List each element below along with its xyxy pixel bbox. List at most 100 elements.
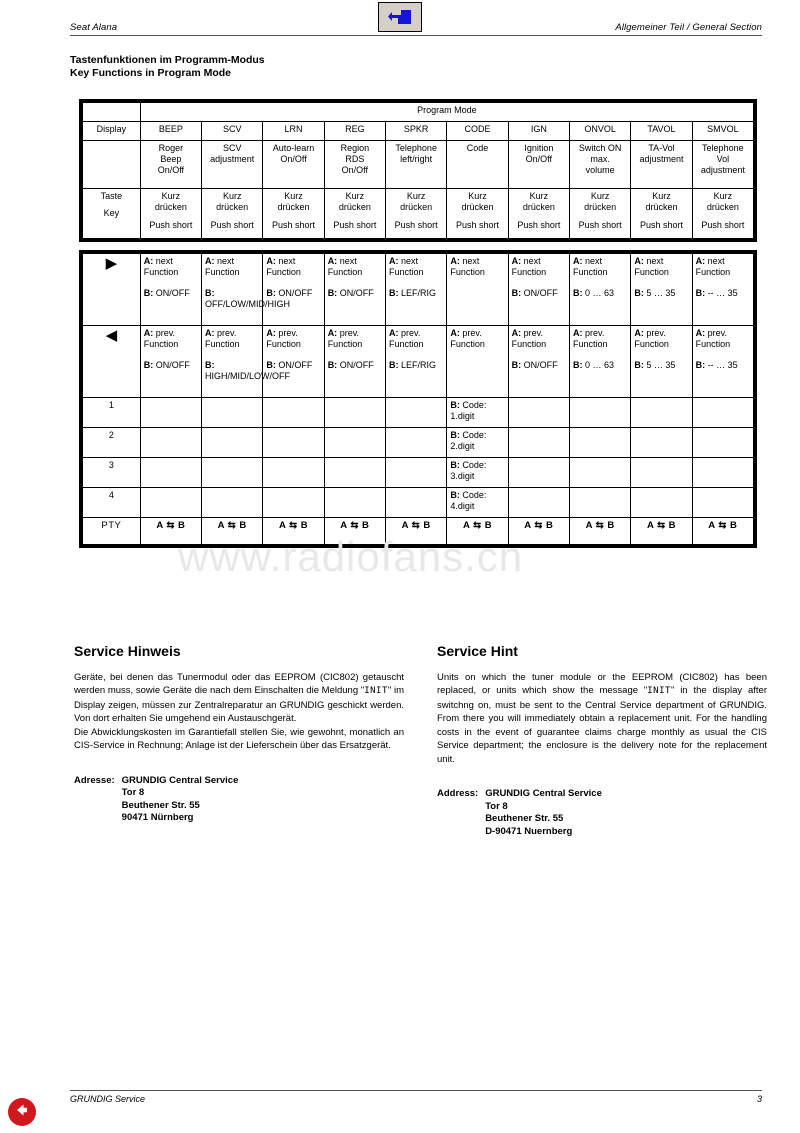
cell-onvol: A: next Function B: 0 … 63 <box>568 253 632 326</box>
cell-action-a: A: next Function <box>573 256 608 277</box>
cell-action-a: A: prev. Function <box>450 328 485 349</box>
key-action-en: Push short <box>578 220 622 230</box>
code-digit-value: B: Code: 1.digit <box>450 400 487 421</box>
table-row: ◀ A: prev. Function B: ON/OFF A: prev. Func… <box>82 325 755 398</box>
arrow-right-icon: ▶ <box>82 253 141 326</box>
row-label-3: 3 <box>82 457 141 488</box>
cell-reg <box>323 427 387 458</box>
function-smvol: Telephone Vol adjustment <box>691 140 755 189</box>
key-action-de: Kurz drücken <box>522 191 555 212</box>
section-title-de: Tastenfunktionen im Programm-Modus <box>70 54 265 66</box>
cell-action-a: A: prev. Function <box>327 328 363 349</box>
cell-reg <box>323 397 387 428</box>
address-label-en: Address: <box>437 788 479 799</box>
col-head-ign: IGN <box>507 121 571 141</box>
function-ign: Ignition On/Off <box>507 140 571 189</box>
function-lrn: Auto-learn On/Off <box>262 140 325 189</box>
cell-spkr <box>385 397 448 428</box>
table-row: Display BEEP SCV LRN REG SPKR CODE IGN O… <box>82 121 755 141</box>
cell-lrn <box>262 397 325 428</box>
cell-reg: A: next Function B: ON/OFF <box>323 253 387 326</box>
cell-lrn: A: next Function B: ON/OFF <box>262 253 325 326</box>
service-body-de-1: Geräte, bei denen das Tunermodul oder da… <box>74 671 404 725</box>
key-action-en: Push short <box>333 220 377 230</box>
cell-action-a: A: prev. Function <box>634 328 669 349</box>
key-action-code: Kurz drücken Push short <box>446 188 509 239</box>
key-label-en: Key <box>103 208 120 218</box>
cell-action-a: A: prev. Function <box>511 328 547 349</box>
table-row: 1 B: Code: 1.digit <box>82 397 755 428</box>
code-digit-value: B: Code: 4.digit <box>450 490 487 511</box>
cell-code: B: Code: 2.digit <box>446 427 509 458</box>
cell-scv <box>201 487 264 518</box>
table-row: ▶ A: next Function B: ON/OFF A: next Functi… <box>82 253 755 326</box>
section-title-en: Key Functions in Program Mode <box>70 67 232 79</box>
cell-action-b: B: HIGH/MID/LOW/OFF <box>205 360 291 381</box>
key-action-en: Push short <box>272 220 316 230</box>
cell-action-b: B: LEF/RIG <box>389 360 437 370</box>
cell-action-b: B: ON/OFF <box>143 288 190 298</box>
cell-ign: A: next Function B: ON/OFF <box>507 253 571 326</box>
cell-action-b: B: 0 … 63 <box>573 288 615 298</box>
service-body-en: Units on which the tuner module or the E… <box>437 671 767 765</box>
cell-action-a: A: next Function <box>511 256 547 277</box>
key-action-de: Kurz drücken <box>461 191 494 212</box>
table-row: 3 B: Code: 3.digit <box>82 457 755 488</box>
cell-action-b: B: -- … 35 <box>695 288 738 298</box>
cell-onvol <box>568 427 632 458</box>
function-tavol: TA-Vol adjustment <box>630 140 693 189</box>
arrow-left-icon: ◀ <box>82 325 141 398</box>
code-digit-value: B: Code: 2.digit <box>450 430 487 451</box>
service-heading-de: Service Hinweis <box>74 643 181 659</box>
cell-spkr <box>385 487 448 518</box>
cell-lrn: A: prev. Function B: ON/OFF <box>262 325 325 398</box>
program-mode-header: Program Mode <box>139 102 755 122</box>
address-line: D-90471 Nuernberg <box>485 825 573 837</box>
cell-action-b: B: ON/OFF <box>327 360 374 370</box>
cell-lrn <box>262 487 325 518</box>
cell-code: A: next Function <box>446 253 509 326</box>
page-title: Tastenfunktionen im Programm-Modus Key F… <box>70 54 265 80</box>
key-action-ign: Kurz drücken Push short <box>507 188 571 239</box>
cell-code: B: Code: 3.digit <box>446 457 509 488</box>
key-action-smvol: Kurz drücken Push short <box>691 188 755 239</box>
row-label-2: 2 <box>82 427 141 458</box>
cell-action-a: A: prev. Function <box>266 328 301 349</box>
cell-action-a: A: prev. Function <box>695 328 731 349</box>
cell-action-a: A: prev. Function <box>143 328 179 349</box>
cell-action-b: B: ON/OFF <box>327 288 374 298</box>
cell-action-b: B: ON/OFF <box>266 288 313 298</box>
key-label: Taste Key <box>82 188 141 239</box>
key-action-de: Kurz drücken <box>584 191 617 212</box>
col-head-scv: SCV <box>201 121 264 141</box>
table-row: 2 B: Code: 2.digit <box>82 427 755 458</box>
cell-lrn <box>262 427 325 458</box>
function-code: Code <box>446 140 509 189</box>
cell-reg: A: prev. Function B: ON/OFF <box>323 325 387 398</box>
pty-value-onvol: A ⇆ B <box>568 517 632 545</box>
col-head-tavol: TAVOL <box>630 121 693 141</box>
cell-action-b: B: 0 … 63 <box>573 360 615 370</box>
col-head-reg: REG <box>323 121 387 141</box>
row-label-pty: PTY <box>82 517 141 545</box>
service-note-en: Service Hint Units on which the tuner mo… <box>437 644 767 838</box>
cell-action-a: A: next Function <box>327 256 363 277</box>
address-block-en: Address: GRUNDIG Central Service Tor 8 B… <box>437 788 767 838</box>
key-action-en: Push short <box>210 220 254 230</box>
watermark: www.radiofans.cn <box>178 533 524 580</box>
cell-reg <box>323 487 387 518</box>
table-row: 4 B: Code: 4.digit <box>82 487 755 518</box>
cell-spkr <box>385 457 448 488</box>
bottom-back-button[interactable] <box>8 1098 36 1126</box>
key-action-de: Kurz drücken <box>154 191 187 212</box>
key-action-spkr: Kurz drücken Push short <box>385 188 448 239</box>
cell-smvol <box>691 427 755 458</box>
page-running-header: Seat Alana Allgemeiner Teil / General Se… <box>70 22 762 36</box>
function-beep: Roger Beep On/Off <box>139 140 203 189</box>
key-action-beep: Kurz drücken Push short <box>139 188 203 239</box>
address-line: Tor 8 <box>121 787 145 798</box>
cell-tavol: A: prev. Function B: 5 … 35 <box>630 325 693 398</box>
cell-ign: A: prev. Function B: ON/OFF <box>507 325 571 398</box>
key-action-de: Kurz drücken <box>277 191 310 212</box>
init-message-de: INIT <box>364 686 388 696</box>
